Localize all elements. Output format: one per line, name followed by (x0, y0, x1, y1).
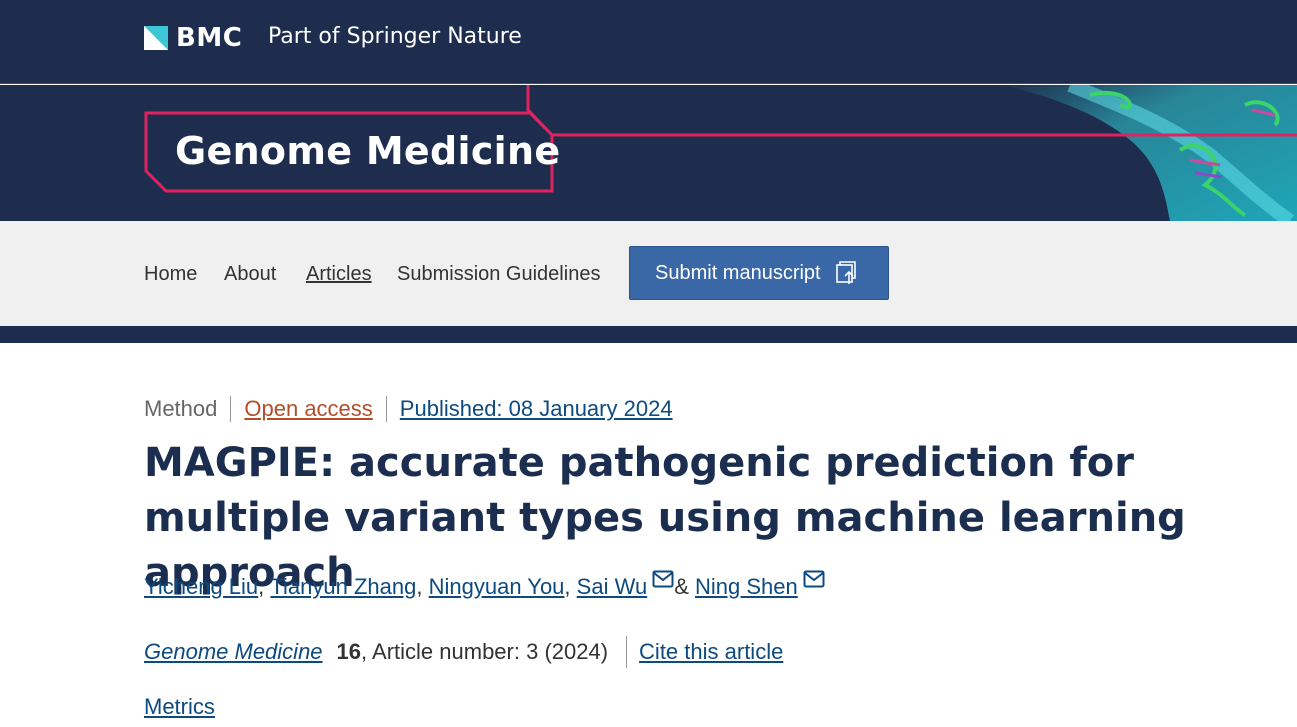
journal-nav: Home About Articles Submission Guideline… (0, 221, 1297, 326)
submit-manuscript-label: Submit manuscript (655, 261, 821, 284)
submit-manuscript-button[interactable]: Submit manuscript (629, 246, 889, 300)
journal-name-link[interactable]: Genome Medicine (144, 639, 323, 665)
author-link[interactable]: Ningyuan You (429, 574, 565, 600)
citation-line: Genome Medicine 16, Article number: 3 (2… (144, 636, 783, 668)
site-header: BMC Part of Springer Nature (0, 0, 1297, 84)
metrics-link[interactable]: Metrics (144, 694, 215, 720)
nav-divider-strip (0, 326, 1297, 343)
author-separator: , (416, 574, 423, 599)
author-link[interactable]: Ning Shen (695, 574, 798, 600)
article-meta: Method Open access Published: 08 January… (144, 394, 673, 424)
author-separator: & (674, 574, 689, 599)
email-icon[interactable] (652, 570, 674, 588)
author-link[interactable]: Tianyun Zhang (270, 574, 416, 600)
nav-submission-guidelines[interactable]: Submission Guidelines (397, 263, 600, 286)
author-separator: , (258, 574, 265, 599)
logo-text: BMC (176, 23, 243, 53)
article-type: Method (144, 396, 232, 422)
nav-home[interactable]: Home (144, 263, 197, 286)
email-icon[interactable] (803, 570, 825, 588)
bmc-logo-icon (144, 26, 168, 50)
open-access-link[interactable]: Open access (231, 396, 387, 422)
cite-this-article-link[interactable]: Cite this article (639, 639, 783, 665)
nav-articles[interactable]: Articles (306, 263, 372, 286)
article-number: , Article number: 3 (2024) (361, 639, 609, 664)
springer-nature-tagline[interactable]: Part of Springer Nature (268, 24, 522, 49)
bmc-logo[interactable]: BMC (144, 23, 243, 53)
submit-upload-icon (835, 261, 856, 284)
author-link[interactable]: Yicheng Liu (144, 574, 258, 600)
journal-banner: Genome Medicine (0, 85, 1297, 221)
divider (626, 636, 628, 668)
volume-number: 16 (336, 639, 362, 664)
author-list: Yicheng Liu, Tianyun Zhang, Ningyuan You… (144, 570, 825, 600)
published-date-link[interactable]: Published: 08 January 2024 (387, 396, 673, 422)
author-separator: , (564, 574, 571, 599)
journal-title[interactable]: Genome Medicine (175, 129, 560, 173)
author-link[interactable]: Sai Wu (577, 574, 648, 600)
nav-about[interactable]: About (224, 263, 276, 286)
